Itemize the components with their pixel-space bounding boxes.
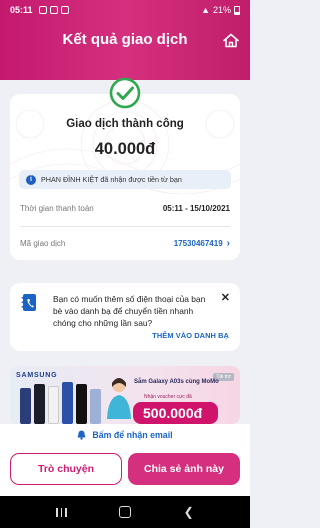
home-nav-icon[interactable] <box>119 506 132 518</box>
phone-image <box>90 389 101 424</box>
recipient-note: i PHAN ĐÌNH KIỆT đã nhận được tiền từ bạ… <box>19 170 231 189</box>
transaction-id-label: Mã giao dịch <box>20 239 66 248</box>
close-icon[interactable]: ✕ <box>221 291 230 304</box>
transaction-status: Giao dịch thành công <box>66 118 184 130</box>
contact-book-icon <box>21 294 36 311</box>
chevron-right-icon[interactable]: › <box>227 238 230 249</box>
add-contact-card: Bạn có muốn thêm số điện thoại của bạn b… <box>10 283 240 351</box>
back-icon[interactable]: ❮ <box>184 505 194 519</box>
add-to-contacts-button[interactable]: THÊM VÀO DANH BẠ <box>152 331 229 340</box>
page-title: Kết quả giao dịch <box>62 31 188 48</box>
add-contact-message: Bạn có muốn thêm số điện thoại của bạn b… <box>53 294 206 328</box>
transaction-amount: 40.000đ <box>94 140 156 158</box>
ad-banner[interactable]: SAMSUNG Tài trợ Sắm Galaxy A03s cùng MoM… <box>10 366 240 424</box>
battery-percent: 21% <box>212 5 231 15</box>
email-receipt-link[interactable]: Bấm để nhận email <box>0 430 250 440</box>
system-icons: ▲ 21% <box>201 5 240 15</box>
ad-headline: Sắm Galaxy A03s cùng MoMo <box>134 379 219 385</box>
phone-image <box>62 382 73 424</box>
system-nav-bar: ❮ <box>0 496 250 528</box>
ad-amount: 500.000đ <box>133 402 218 424</box>
transaction-id-value[interactable]: 17530467419 <box>174 239 223 248</box>
phone-image <box>20 388 31 424</box>
phone-image <box>76 384 87 424</box>
email-receipt-label[interactable]: Bấm để nhận email <box>92 430 172 440</box>
bell-icon <box>77 430 86 440</box>
payment-time-value: 05:11 - 15/10/2021 <box>162 204 230 213</box>
ad-subline: Nhận voucher cực đã <box>144 394 192 400</box>
recent-apps-icon[interactable] <box>56 507 67 517</box>
payment-time-row: Thời gian thanh toán 05:11 - 15/10/2021 <box>20 204 230 213</box>
bottom-action-bar: Bấm để nhận email Trò chuyện Chia sẻ ảnh… <box>0 424 250 496</box>
brand-logo: SAMSUNG <box>16 372 58 379</box>
status-bar: 05:11 ▲ 21% <box>0 0 250 20</box>
notification-icon <box>60 6 69 14</box>
header-bar: 05:11 ▲ 21% Kết quả giao dịch <box>0 0 250 80</box>
transaction-id-row[interactable]: Mã giao dịch 17530467419 › <box>20 238 230 249</box>
phone-image <box>48 386 59 424</box>
signal-icon: ▲ <box>201 5 210 15</box>
notification-icon <box>49 6 58 14</box>
home-icon <box>223 33 239 47</box>
notification-icons <box>38 6 69 14</box>
model-image <box>107 378 131 419</box>
success-check-icon <box>109 77 141 109</box>
home-button[interactable] <box>221 30 241 50</box>
status-time: 05:11 <box>10 5 33 15</box>
share-image-button[interactable]: Chia sẻ ảnh này <box>128 453 240 485</box>
notification-icon <box>38 6 47 14</box>
chat-button[interactable]: Trò chuyện <box>10 453 122 485</box>
recipient-note-text: PHAN ĐÌNH KIỆT đã nhận được tiền từ bạn <box>41 175 182 184</box>
phone-image <box>34 384 45 424</box>
battery-icon <box>234 5 240 15</box>
payment-time-label: Thời gian thanh toán <box>20 204 94 213</box>
info-icon: i <box>26 174 36 185</box>
divider <box>20 226 230 227</box>
